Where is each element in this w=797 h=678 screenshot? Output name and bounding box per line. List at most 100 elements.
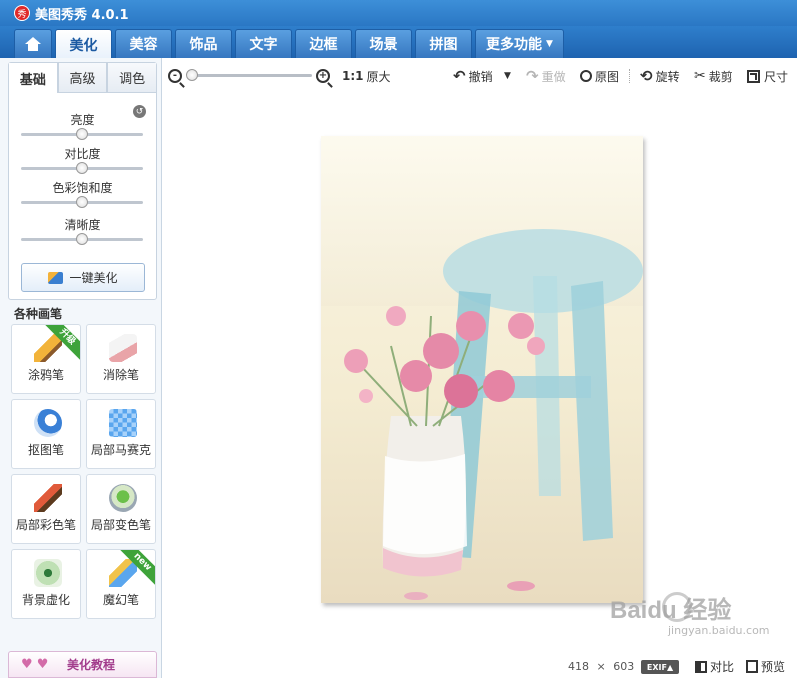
tab-beauty[interactable]: 美容 [115,29,172,58]
slider-label: 色彩饱和度 [52,181,113,195]
image-toolbar: - + 1:1 原大 ↶ 撤销 ▼ ↷ 重做 原图 ⟲ 旋转 ✂ 裁剪 尺寸 [162,58,797,94]
local-recolor-brush-button[interactable]: 局部变色笔 [86,474,156,544]
cutout-pen-button[interactable]: 抠图笔 [11,399,81,469]
preview-label: 预览 [761,660,786,674]
chevron-down-icon: ▼ [504,71,511,81]
fallen-petal [404,592,428,600]
blur-background-icon [34,559,62,587]
slider-thumb[interactable] [76,128,88,140]
redo-button[interactable]: ↷ 重做 [526,58,566,94]
tab-more-label: 更多功能 [486,37,543,53]
subtab-color-tone[interactable]: 调色 [107,63,157,93]
home-tab[interactable] [14,29,52,58]
color-brush-icon [34,484,62,512]
tool-label: 消除笔 [102,368,139,382]
image-width: 418 [568,660,589,673]
slider-label: 清晰度 [64,218,101,232]
tab-accessories[interactable]: 饰品 [175,29,232,58]
slider-thumb[interactable] [76,162,88,174]
color-bucket-icon [109,484,137,512]
crop-label: 裁剪 [708,69,733,84]
rotate-label: 旋转 [655,69,680,84]
doodle-brush-button[interactable]: 升级 涂鸦笔 [11,324,81,394]
heart-icon: ♥ ♥ [21,656,49,672]
undo-button[interactable]: ↶ 撤销 [453,58,493,94]
beautify-tutorial-button[interactable]: ♥ ♥ 美化教程 [8,651,157,678]
zoom-slider-thumb[interactable] [186,69,198,81]
subtab-advanced[interactable]: 高级 [57,63,108,93]
original-size-button[interactable]: 1:1 原大 [342,58,391,94]
tab-scene[interactable]: 场景 [355,29,412,58]
rotate-button[interactable]: ⟲ 旋转 [640,58,680,94]
original-image-button[interactable]: 原图 [580,58,619,94]
compare-icon [695,660,707,673]
rose-bud [386,306,406,326]
magic-wand-icon [48,271,64,284]
slider-thumb[interactable] [76,233,88,245]
tool-label: 魔幻笔 [102,593,139,607]
vase-lace [383,454,467,554]
background-blur-button[interactable]: 背景虚化 [11,549,81,619]
undo-label: 撤销 [468,69,493,84]
crop-button[interactable]: ✂ 裁剪 [694,58,733,94]
eraser-brush-button[interactable]: 消除笔 [86,324,156,394]
fallen-petal [507,581,535,591]
app-title: 美图秀秀 4.0.1 [35,7,129,23]
saturation-slider: 色彩饱和度 [9,180,156,208]
magic-brush-button[interactable]: new 魔幻笔 [86,549,156,619]
rose [444,374,478,408]
zoom-in-button[interactable]: + [316,58,330,94]
tab-collage[interactable]: 拼图 [415,29,472,58]
tool-label: 局部变色笔 [90,518,151,532]
local-color-brush-button[interactable]: 局部彩色笔 [11,474,81,544]
main-tab-bar: 美化 美容 饰品 文字 边框 场景 拼图 更多功能 ▼ [0,26,797,59]
zoom-out-icon: - [168,69,182,83]
zoom-slider-track[interactable] [190,74,312,77]
chevron-down-icon: ▼ [546,39,553,49]
undo-history-dropdown[interactable]: ▼ [504,58,511,94]
title-bar: 秀 美图秀秀 4.0.1 [0,0,797,26]
tool-label: 局部马赛克 [90,443,151,457]
rose [483,370,515,402]
rose [400,360,432,392]
tool-label: 抠图笔 [27,443,64,457]
zoom-out-button[interactable]: - [168,58,182,94]
compare-label: 对比 [710,660,735,674]
compare-button[interactable]: 对比 [695,658,734,675]
edited-photo[interactable] [321,136,643,603]
rose [508,313,534,339]
preview-button[interactable]: 预览 [746,658,785,675]
scissors-icon: ✂ [694,68,706,84]
slider-label: 对比度 [64,147,101,161]
rotate-icon: ⟲ [640,67,653,85]
tab-border[interactable]: 边框 [295,29,352,58]
one-click-beautify-button[interactable]: 一键美化 [21,263,145,292]
slider-thumb[interactable] [76,196,88,208]
zoom-in-icon: + [316,69,330,83]
rose-bud [359,389,373,403]
image-height: 603 [613,660,635,673]
local-mosaic-button[interactable]: 局部马赛克 [86,399,156,469]
exif-button[interactable]: EXIF▲ [641,660,679,674]
resize-button[interactable]: 尺寸 [747,58,788,94]
undo-icon: ↶ [453,67,466,85]
preview-icon [746,660,758,673]
tab-text[interactable]: 文字 [235,29,292,58]
dimension-separator: × [596,660,606,673]
tool-label: 涂鸦笔 [27,368,64,382]
tool-label: 局部彩色笔 [15,518,76,532]
status-bar: 418 × 603 EXIF▲ 对比 预览 [163,656,797,678]
tab-more-features[interactable]: 更多功能 ▼ [475,29,564,58]
redo-icon: ↷ [526,67,539,85]
rose [344,349,368,373]
original-size-label: 原大 [366,69,391,84]
eraser-icon [109,334,137,362]
subtab-basic[interactable]: 基础 [9,63,58,93]
baidu-watermark: Baidu 经验 [610,597,732,624]
tutorial-label: 美化教程 [67,658,116,672]
baidu-watermark-url: jingyan.baidu.com [668,624,770,637]
slider-label: 亮度 [70,113,95,127]
tab-beautify[interactable]: 美化 [55,29,112,59]
image-canvas[interactable] [163,94,797,656]
one-to-one-label: 1:1 [342,69,364,83]
